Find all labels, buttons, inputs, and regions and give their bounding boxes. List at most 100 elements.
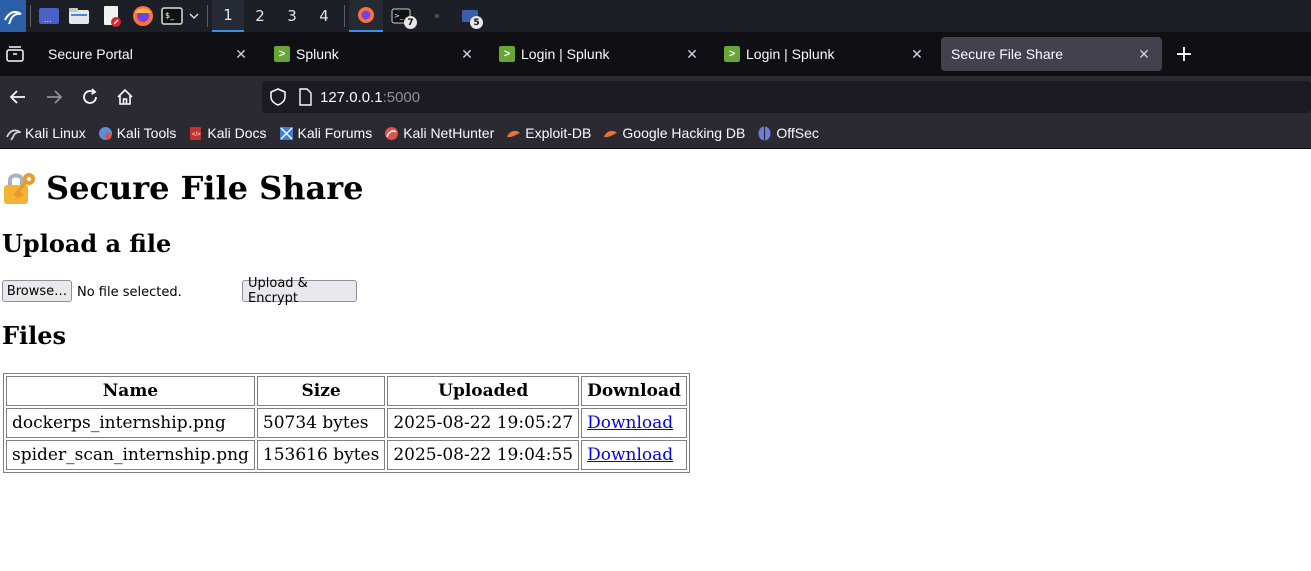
svg-text:...: ... bbox=[44, 15, 52, 24]
table-row: dockerps_internship.png 50734 bytes 2025… bbox=[6, 408, 687, 438]
bookmark-kali-forums[interactable]: Kali Forums bbox=[279, 125, 373, 141]
bookmark-label: Google Hacking DB bbox=[622, 125, 746, 141]
terminal-window-count: 7 bbox=[404, 16, 417, 29]
download-cell: Download bbox=[581, 408, 687, 438]
url-host: 127.0.0.1 bbox=[320, 88, 383, 106]
column-header-download: Download bbox=[581, 376, 687, 406]
locked-with-key-icon bbox=[4, 173, 35, 204]
tab-splunk[interactable]: > Splunk ✕ bbox=[264, 37, 485, 71]
bookmark-exploit-db[interactable]: Exploit-DB bbox=[506, 125, 591, 141]
splunk-icon: > bbox=[499, 46, 515, 62]
kali-dragon-icon bbox=[6, 129, 21, 140]
bookmarks-toolbar: Kali Linux Kali Tools </> Kali Docs Kali… bbox=[0, 118, 1311, 149]
table-header-row: Name Size Uploaded Download bbox=[6, 376, 687, 406]
table-row: spider_scan_internship.png 153616 bytes … bbox=[6, 440, 687, 470]
ghdb-icon bbox=[604, 130, 618, 137]
kali-menu-icon[interactable] bbox=[0, 0, 26, 32]
bookmark-label: Exploit-DB bbox=[525, 125, 592, 141]
splunk-icon: > bbox=[724, 46, 740, 62]
upload-heading: Upload a file bbox=[2, 229, 172, 258]
tab-list-icon[interactable] bbox=[0, 32, 30, 76]
page-title: Secure File Share bbox=[2, 169, 363, 207]
tab-secure-portal[interactable]: Secure Portal ✕ bbox=[38, 37, 259, 71]
tab-title: Secure File Share bbox=[951, 46, 1064, 62]
firefox-window-icon[interactable] bbox=[349, 0, 383, 32]
close-icon[interactable]: ✕ bbox=[459, 46, 475, 62]
browser-nav-bar: 127.0.0.1:5000 bbox=[0, 76, 1311, 118]
workspace-1[interactable]: 1 bbox=[212, 0, 244, 32]
kali-forums-icon bbox=[279, 126, 293, 140]
url-bar[interactable]: 127.0.0.1:5000 bbox=[262, 81, 1311, 113]
file-size-cell: 50734 bytes bbox=[256, 408, 386, 438]
tab-login-splunk-1[interactable]: > Login | Splunk ✕ bbox=[489, 37, 710, 71]
tab-secure-file-share[interactable]: Secure File Share ✕ bbox=[941, 37, 1162, 71]
bookmark-kali-docs[interactable]: </> Kali Docs bbox=[188, 125, 267, 141]
desktop-taskbar: ... $_ 1 2 3 4 >_ 7 5 bbox=[0, 0, 1311, 32]
column-header-uploaded: Uploaded bbox=[387, 376, 580, 406]
workspace-3[interactable]: 3 bbox=[276, 0, 308, 32]
bookmark-label: Kali Linux bbox=[25, 125, 86, 141]
firefox-launcher-icon[interactable] bbox=[127, 0, 159, 32]
tab-login-splunk-2[interactable]: > Login | Splunk ✕ bbox=[714, 37, 935, 71]
bookmark-kali-nethunter[interactable]: Kali NetHunter bbox=[384, 125, 494, 141]
app-window-count: 5 bbox=[470, 16, 483, 29]
file-size-cell: 153616 bytes bbox=[256, 440, 386, 470]
show-desktop-icon[interactable]: ... bbox=[35, 0, 63, 32]
download-link[interactable]: Download bbox=[587, 413, 673, 433]
home-button[interactable] bbox=[113, 85, 137, 109]
chevron-down-icon[interactable] bbox=[185, 0, 203, 32]
workspace-2[interactable]: 2 bbox=[244, 0, 276, 32]
offsec-icon bbox=[758, 126, 771, 140]
bookmark-kali-linux[interactable]: Kali Linux bbox=[6, 125, 86, 141]
file-name-cell: spider_scan_internship.png bbox=[6, 440, 255, 470]
file-name-cell: dockerps_internship.png bbox=[6, 408, 255, 438]
download-link[interactable]: Download bbox=[587, 445, 673, 465]
column-header-name: Name bbox=[6, 376, 255, 406]
bookmark-google-hacking-db[interactable]: Google Hacking DB bbox=[603, 125, 745, 141]
forward-button[interactable] bbox=[42, 85, 66, 109]
bookmark-label: Kali Docs bbox=[207, 125, 267, 141]
tracking-protection-icon[interactable] bbox=[270, 88, 286, 106]
browser-tab-strip: Secure Portal ✕ > Splunk ✕ > Login | Spl… bbox=[0, 32, 1311, 76]
bookmark-label: Kali Forums bbox=[297, 125, 373, 141]
files-table: Name Size Uploaded Download dockerps_int… bbox=[3, 373, 690, 473]
file-manager-icon[interactable] bbox=[63, 0, 95, 32]
bookmark-offsec[interactable]: OffSec bbox=[757, 125, 819, 141]
page-info-icon[interactable] bbox=[298, 88, 312, 106]
kali-docs-icon: </> bbox=[190, 126, 202, 140]
column-header-size: Size bbox=[256, 376, 386, 406]
text-editor-icon[interactable] bbox=[95, 0, 127, 32]
back-button[interactable] bbox=[6, 85, 30, 109]
bookmark-label: OffSec bbox=[776, 125, 819, 141]
tab-title: Login | Splunk bbox=[521, 46, 610, 62]
close-icon[interactable]: ✕ bbox=[909, 46, 925, 62]
tab-title: Login | Splunk bbox=[746, 46, 835, 62]
workspace-4[interactable]: 4 bbox=[308, 0, 340, 32]
terminal-window-icon[interactable]: >_ 7 bbox=[383, 0, 419, 32]
reload-button[interactable] bbox=[78, 85, 102, 109]
close-icon[interactable]: ✕ bbox=[233, 46, 249, 62]
splunk-icon: > bbox=[274, 46, 290, 62]
close-icon[interactable]: ✕ bbox=[1136, 46, 1152, 62]
tab-title: Secure Portal bbox=[48, 46, 133, 62]
new-tab-button[interactable]: + bbox=[1172, 42, 1196, 67]
page-title-text: Secure File Share bbox=[46, 169, 364, 207]
terminal-launcher-icon[interactable]: $_ bbox=[159, 0, 185, 32]
browse-button[interactable]: Browse… bbox=[2, 280, 72, 302]
taskbar-separator bbox=[30, 5, 31, 27]
bookmark-kali-tools[interactable]: Kali Tools bbox=[98, 125, 176, 141]
taskbar-separator bbox=[344, 5, 345, 27]
nethunter-icon bbox=[385, 126, 399, 140]
file-uploaded-cell: 2025-08-22 19:05:27 bbox=[387, 408, 580, 438]
url-port: :5000 bbox=[382, 88, 421, 106]
close-icon[interactable]: ✕ bbox=[684, 46, 700, 62]
svg-text:>_: >_ bbox=[394, 12, 404, 20]
kali-tools-icon bbox=[98, 126, 112, 140]
app-indicator-icon bbox=[419, 0, 455, 32]
file-uploaded-cell: 2025-08-22 19:04:55 bbox=[387, 440, 580, 470]
app-window-icon[interactable]: 5 bbox=[455, 0, 485, 32]
files-heading: Files bbox=[2, 321, 67, 350]
upload-encrypt-button[interactable]: Upload & Encrypt bbox=[242, 276, 357, 306]
file-status-text: No file selected. bbox=[77, 285, 182, 300]
exploit-db-icon bbox=[507, 130, 521, 137]
